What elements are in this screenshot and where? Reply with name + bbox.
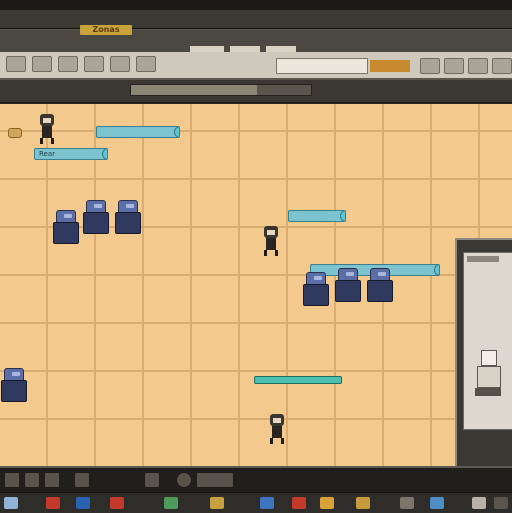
hotbar-slot[interactable]	[76, 497, 90, 509]
hero-face	[267, 230, 275, 235]
toolbar-button[interactable]	[420, 58, 440, 74]
toolbar-field[interactable]	[276, 58, 368, 74]
portrait-head	[481, 350, 497, 366]
robot-unit-icon[interactable]	[366, 268, 393, 302]
toolbar-button[interactable]	[84, 56, 104, 72]
command-bar	[0, 466, 512, 494]
unit-health-bar	[254, 376, 342, 384]
hotbar-slot[interactable]	[430, 497, 444, 509]
toolbar-button[interactable]	[444, 58, 464, 74]
hotbar-slot[interactable]	[494, 497, 508, 509]
toolbar-accent-button[interactable]	[370, 60, 410, 72]
hotbar-slot[interactable]	[260, 497, 274, 509]
toolbar-button[interactable]	[468, 58, 488, 74]
nameplate-dot-icon	[340, 211, 345, 221]
hero-legs	[40, 138, 54, 144]
unit-body	[53, 222, 79, 244]
hotbar	[0, 492, 512, 513]
hotbar-slot[interactable]	[4, 497, 18, 509]
toolbar-left-group	[6, 56, 156, 72]
hotbar-slot[interactable]	[210, 497, 224, 509]
robot-unit-icon[interactable]	[0, 368, 27, 402]
hero-legs	[264, 250, 278, 256]
hero-character-icon[interactable]	[36, 114, 58, 146]
command-button[interactable]	[4, 472, 20, 488]
unit-nameplate	[96, 126, 180, 138]
portrait-base	[475, 388, 501, 396]
minimap-header	[467, 256, 499, 262]
robot-unit-icon[interactable]	[334, 268, 361, 302]
hotbar-slot[interactable]	[320, 497, 334, 509]
robot-unit-icon[interactable]	[302, 272, 329, 306]
unit-body	[335, 280, 361, 302]
toolbar-button[interactable]	[492, 58, 512, 74]
hero-body	[272, 426, 282, 438]
toolbar-button[interactable]	[136, 56, 156, 72]
toolbar-button[interactable]	[58, 56, 78, 72]
robot-unit-icon[interactable]	[114, 200, 141, 234]
round-command-button[interactable]	[176, 472, 192, 488]
minimap-portrait-icon	[475, 350, 501, 410]
command-button[interactable]	[144, 472, 160, 488]
nameplate-text: Rear	[39, 150, 56, 158]
robot-unit-icon[interactable]	[82, 200, 109, 234]
hero-legs	[270, 438, 284, 444]
unit-nameplate	[288, 210, 346, 222]
nameplate-dot-icon	[434, 265, 439, 275]
command-wide-button[interactable]	[196, 472, 234, 488]
resource-gauge	[130, 84, 312, 96]
hero-face	[43, 118, 51, 123]
toolbar-button[interactable]	[6, 56, 26, 72]
hero-character-icon[interactable]	[260, 226, 282, 258]
unit-body	[367, 280, 393, 302]
hotbar-slot[interactable]	[292, 497, 306, 509]
command-button[interactable]	[24, 472, 40, 488]
unit-body	[83, 212, 109, 234]
unit-body	[1, 380, 27, 402]
window-title-bar	[0, 0, 512, 10]
toolbar-right-group	[420, 58, 512, 74]
minimap-panel[interactable]	[455, 238, 512, 468]
unit-nameplate-rear: Rear	[34, 148, 108, 160]
hero-body	[266, 238, 276, 250]
unit-body	[115, 212, 141, 234]
toolbar-button[interactable]	[32, 56, 52, 72]
hero-body	[42, 126, 52, 138]
hotbar-slot[interactable]	[472, 497, 486, 509]
resource-gauge-fill	[131, 85, 257, 95]
hotbar-slot[interactable]	[110, 497, 124, 509]
top-strip	[0, 10, 512, 29]
resource-crate[interactable]	[8, 128, 22, 138]
hotbar-slot[interactable]	[46, 497, 60, 509]
game-map[interactable]: Rear	[0, 104, 512, 466]
nameplate-dot-icon	[102, 149, 107, 159]
robot-unit-icon[interactable]	[52, 210, 79, 244]
hero-character-icon[interactable]	[266, 414, 288, 446]
nameplate-dot-icon	[174, 127, 179, 137]
hero-face	[273, 418, 281, 423]
hotbar-slot[interactable]	[164, 497, 178, 509]
portrait-body	[477, 366, 501, 388]
command-button[interactable]	[74, 472, 90, 488]
hotbar-slot[interactable]	[400, 497, 414, 509]
unit-body	[303, 284, 329, 306]
brand-label[interactable]: Zonas	[80, 25, 132, 35]
toolbar-button[interactable]	[110, 56, 130, 72]
command-button[interactable]	[44, 472, 60, 488]
hotbar-slot[interactable]	[356, 497, 370, 509]
